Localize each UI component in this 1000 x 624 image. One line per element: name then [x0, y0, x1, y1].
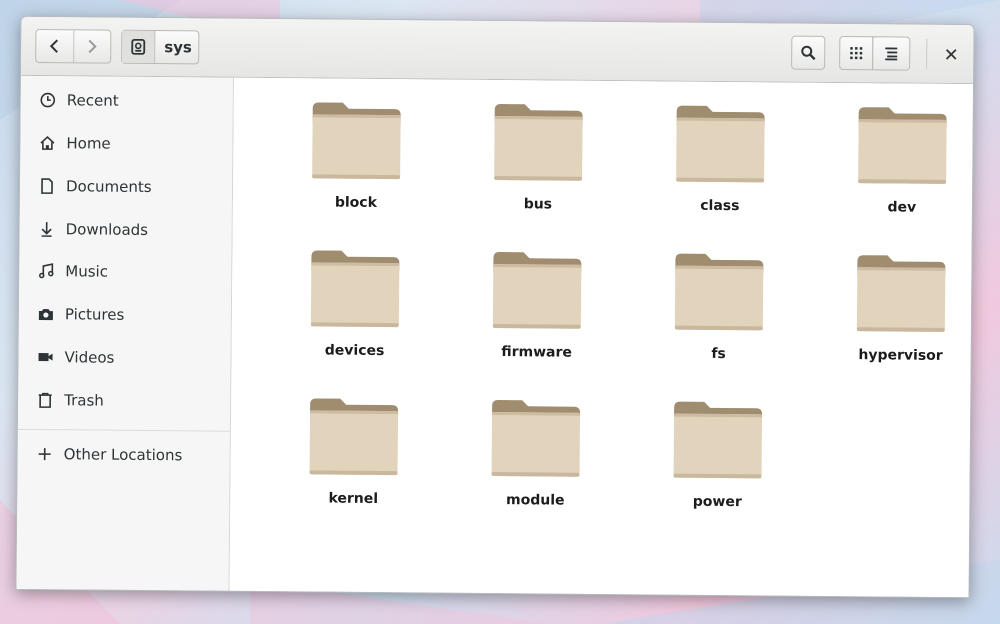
folder-icon: [310, 250, 400, 328]
folder-label: kernel: [328, 490, 379, 507]
forward-button[interactable]: [72, 30, 111, 63]
list-options-icon: [885, 47, 898, 61]
sidebar-item-label: Documents: [65, 177, 152, 196]
sidebar-item-label: Trash: [64, 391, 104, 410]
folder-item-class[interactable]: class: [645, 101, 796, 242]
folder-icon: [674, 253, 764, 331]
grid-icon: [850, 47, 863, 60]
download-icon: [38, 220, 56, 238]
sidebar-item-videos[interactable]: Videos: [18, 337, 230, 379]
drive-icon: [131, 38, 146, 55]
folder-item-module[interactable]: module: [460, 396, 611, 537]
file-manager-window: sys ✕ Recent Home Documents Downloads Mu…: [15, 15, 975, 599]
sidebar-item-recent[interactable]: Recent: [21, 80, 233, 122]
folder-icon: [492, 252, 582, 329]
plus-icon: [36, 445, 54, 463]
camera-icon: [37, 305, 55, 323]
search-button[interactable]: [791, 35, 826, 70]
sidebar-item-label: Downloads: [65, 220, 149, 239]
search-icon: [801, 45, 816, 61]
video-icon: [36, 348, 54, 366]
navigation-buttons: [35, 28, 112, 64]
folder-item-hypervisor[interactable]: hypervisor: [825, 251, 974, 392]
folder-label: class: [700, 197, 740, 215]
folder-label: block: [334, 194, 378, 211]
clock-icon: [39, 91, 57, 109]
folder-icon: [858, 107, 947, 184]
view-options-button[interactable]: [872, 36, 911, 71]
folder-label: fs: [711, 345, 726, 363]
home-icon: [38, 134, 56, 152]
sidebar-item-trash[interactable]: Trash: [18, 380, 230, 422]
chevron-right-icon: [88, 39, 97, 54]
music-icon: [37, 262, 55, 280]
chevron-left-icon: [50, 39, 59, 53]
document-icon: [38, 177, 56, 195]
folder-label: dev: [887, 199, 917, 216]
sidebar-separator: [17, 428, 230, 432]
sidebar-item-music[interactable]: Music: [19, 251, 231, 293]
folder-label: bus: [523, 196, 553, 213]
close-icon: ✕: [943, 44, 959, 66]
folder-item-devices[interactable]: devices: [279, 246, 430, 387]
sidebar-item-label: Recent: [66, 91, 119, 110]
folder-icon: [309, 398, 399, 476]
sidebar-item-label: Home: [66, 134, 111, 153]
sidebar-item-downloads[interactable]: Downloads: [19, 209, 231, 251]
folder-label: power: [692, 493, 742, 511]
sidebar-item-pictures[interactable]: Pictures: [19, 294, 231, 336]
sidebar-item-label: Pictures: [64, 305, 125, 324]
folder-label: firmware: [501, 344, 573, 361]
folder-icon: [673, 401, 763, 479]
header-separator: [926, 38, 928, 69]
folder-label: hypervisor: [858, 347, 943, 364]
folder-item-fs[interactable]: fs: [643, 249, 794, 390]
sidebar-item-documents[interactable]: Documents: [20, 166, 232, 208]
trash-icon: [36, 391, 54, 409]
folder-item-dev[interactable]: dev: [827, 103, 975, 244]
folder-icon: [676, 105, 765, 183]
folder-label: devices: [324, 342, 385, 360]
folder-item-kernel[interactable]: kernel: [278, 394, 429, 535]
back-button[interactable]: [36, 30, 73, 62]
close-window-button[interactable]: ✕: [939, 43, 963, 67]
path-segment-current[interactable]: sys: [155, 38, 192, 56]
sidebar-item-home[interactable]: Home: [20, 123, 232, 165]
sidebar-item-label: Music: [65, 262, 109, 281]
folder-label: module: [505, 492, 565, 509]
folder-item-block[interactable]: block: [281, 98, 432, 239]
path-bar: sys: [121, 29, 200, 65]
folder-item-firmware[interactable]: firmware: [461, 248, 612, 389]
places-sidebar: Recent Home Documents Downloads Music Pi…: [16, 75, 234, 591]
folder-item-power[interactable]: power: [642, 397, 793, 538]
drive-path-button[interactable]: [122, 30, 156, 64]
grid-view-button[interactable]: [839, 35, 874, 71]
sidebar-item-label: Videos: [64, 348, 115, 367]
folder-item-bus[interactable]: bus: [463, 100, 614, 241]
folder-icon: [491, 400, 581, 477]
folder-icon: [312, 102, 401, 180]
folder-icon: [856, 255, 946, 332]
header-bar: sys ✕: [20, 16, 974, 85]
file-grid: block bus class dev devices firmware fs …: [229, 77, 975, 598]
folder-icon: [494, 104, 583, 181]
sidebar-item-label: Other Locations: [63, 445, 183, 465]
sidebar-item-other-locations[interactable]: Other Locations: [18, 434, 230, 476]
